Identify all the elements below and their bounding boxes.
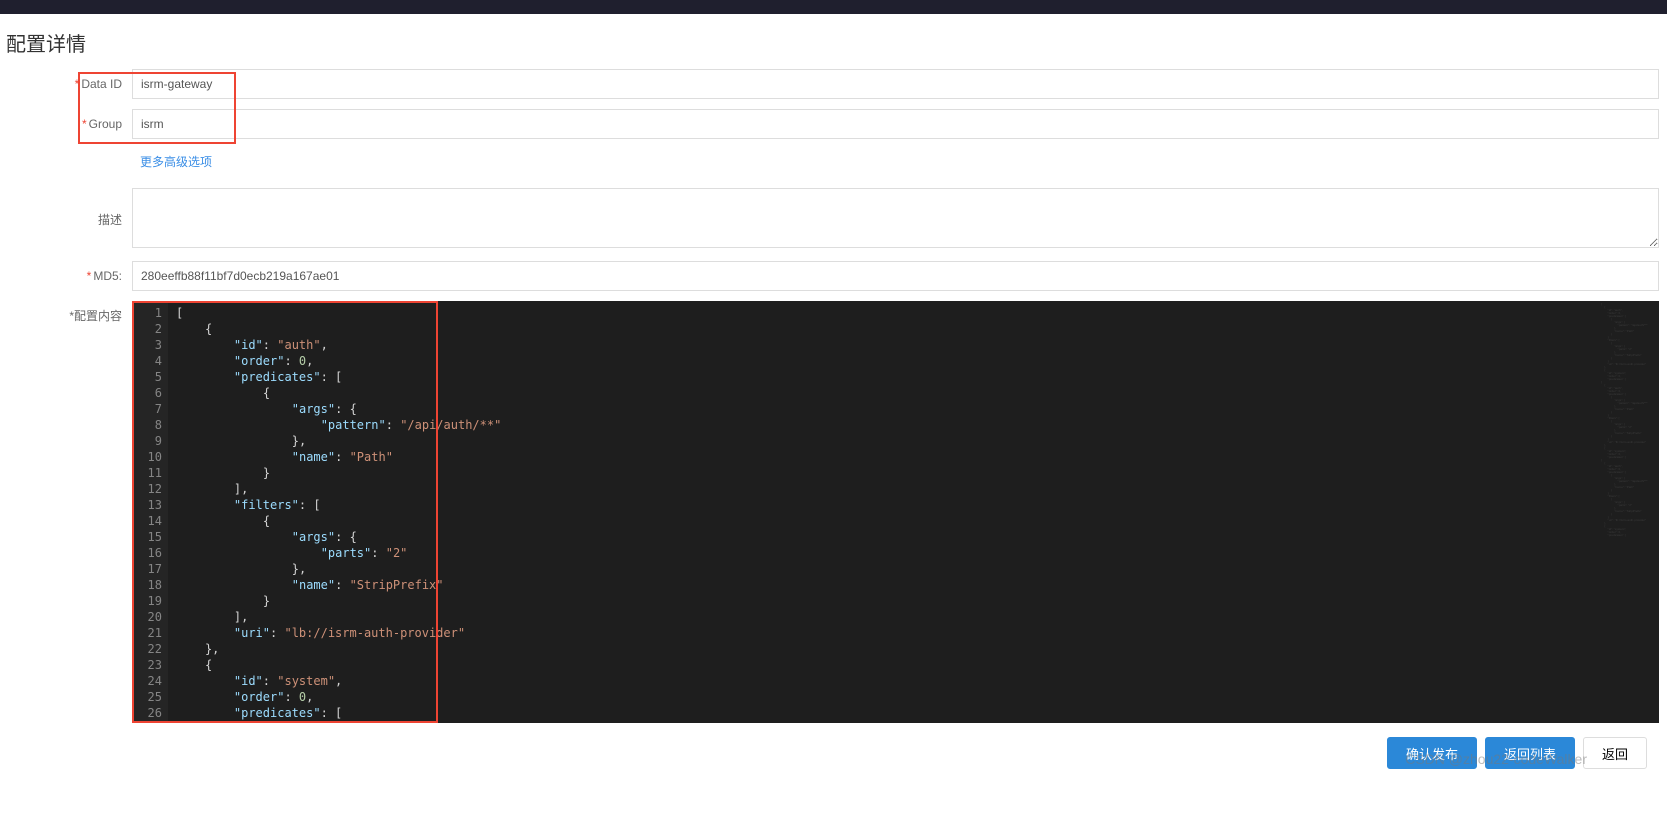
input-md5[interactable] — [132, 261, 1659, 291]
bottom-bar: 确认发布 返回列表 返回 — [0, 723, 1667, 777]
back-list-button[interactable]: 返回列表 — [1485, 737, 1575, 769]
editor-minimap[interactable]: [ { "id": "auth", "order": 0, "predicate… — [1599, 301, 1659, 723]
advanced-options-link[interactable]: 更多高级选项 — [132, 149, 220, 188]
code-editor[interactable]: 1234567891011121314151617181920212223242… — [132, 301, 1659, 723]
editor-gutter: 1234567891011121314151617181920212223242… — [132, 301, 168, 723]
label-content: *配置内容 — [8, 301, 132, 723]
label-group: *Group — [8, 117, 132, 131]
row-content: *配置内容 1234567891011121314151617181920212… — [8, 301, 1659, 723]
row-md5: *MD5: — [8, 261, 1659, 291]
row-description: 描述 — [8, 188, 1659, 251]
page-title: 配置详情 — [0, 14, 1667, 69]
label-md5: *MD5: — [8, 269, 132, 283]
input-group[interactable] — [132, 109, 1659, 139]
editor-code[interactable]: [ { "id": "auth", "order": 0, "predicate… — [168, 301, 1599, 723]
row-dataid: *Data ID — [8, 69, 1659, 99]
input-description[interactable] — [132, 188, 1659, 248]
confirm-button[interactable]: 确认发布 — [1387, 737, 1477, 769]
config-form: *Data ID *Group 更多高级选项 描述 *MD5: *配置内容 12… — [0, 69, 1667, 723]
label-description: 描述 — [8, 211, 132, 228]
return-button[interactable]: 返回 — [1583, 737, 1647, 769]
label-dataid: *Data ID — [8, 77, 132, 91]
input-dataid[interactable] — [132, 69, 1659, 99]
top-bar — [0, 0, 1667, 14]
row-group: *Group — [8, 109, 1659, 139]
